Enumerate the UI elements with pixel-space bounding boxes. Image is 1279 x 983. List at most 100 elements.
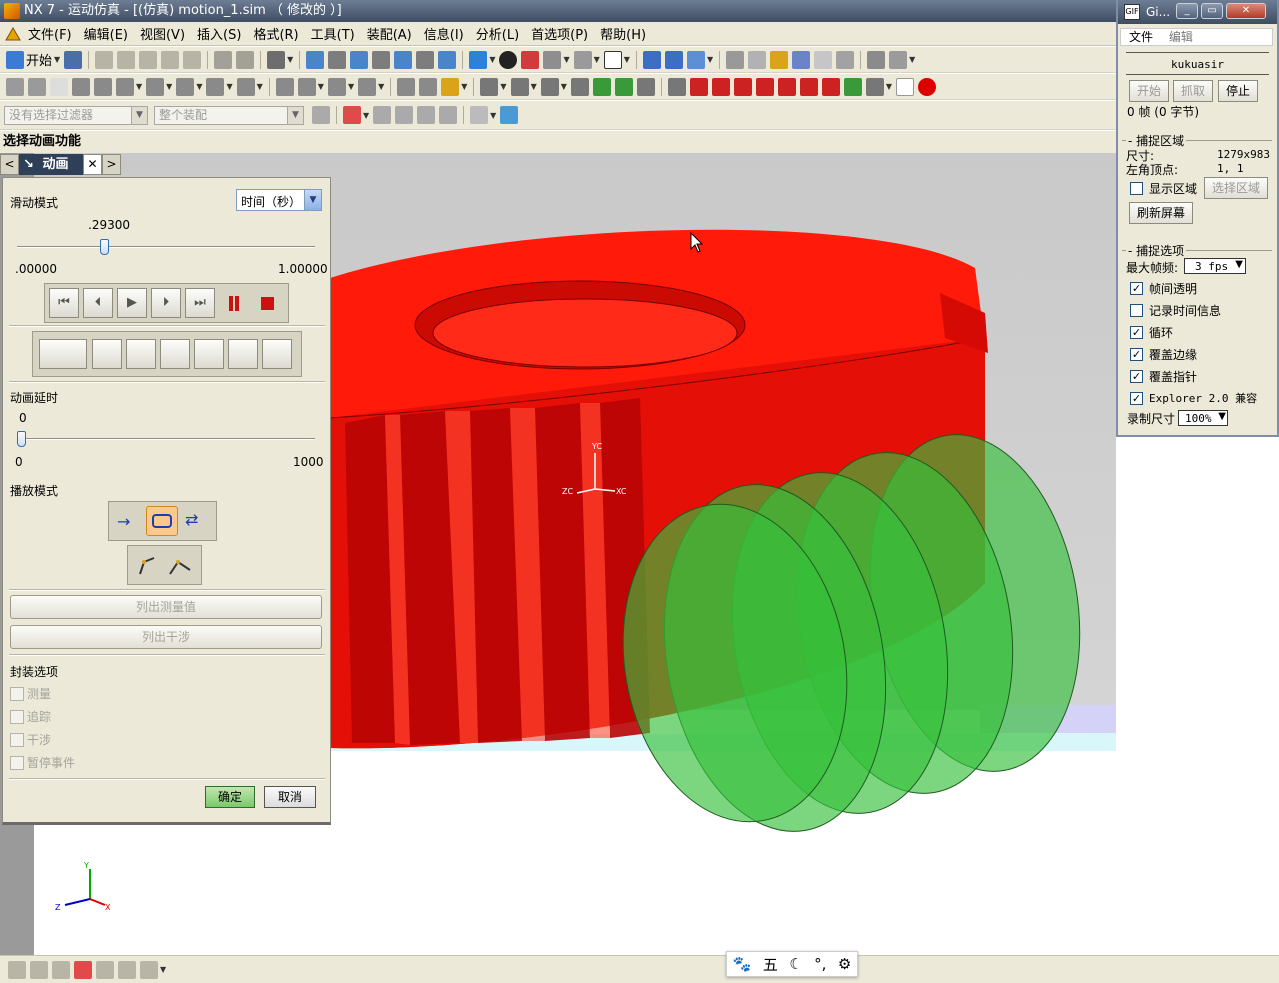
menu-info[interactable]: 信息(I) <box>418 24 470 43</box>
checkbox-icon[interactable]: ✓ <box>1130 348 1143 361</box>
menu-file[interactable]: 文件(F) <box>22 24 78 43</box>
lock-constraint-icon[interactable] <box>160 339 190 369</box>
stop-icon[interactable] <box>261 297 274 310</box>
gifcam-option-frame-transparency[interactable]: ✓ 帧间透明 <box>1130 280 1197 297</box>
time-slider-track[interactable] <box>17 246 315 248</box>
ping-pong-icon[interactable]: ⇄ <box>185 510 198 529</box>
list-measures-button[interactable]: 列出测量值 <box>10 595 322 619</box>
moon-icon[interactable]: ☾ <box>789 955 802 973</box>
chevron-down-icon[interactable]: ▼ <box>304 190 321 210</box>
play-icon[interactable]: ▶ <box>117 288 147 318</box>
menu-insert[interactable]: 插入(S) <box>191 24 247 43</box>
stop-icon[interactable] <box>821 77 840 96</box>
joint-icon[interactable] <box>94 77 112 96</box>
constraint-icon[interactable] <box>664 50 683 69</box>
paste-icon[interactable] <box>139 50 158 69</box>
ime-mode-char[interactable]: 五 <box>763 954 778 975</box>
loop-mode-icon[interactable] <box>146 506 178 536</box>
rotate-icon[interactable] <box>394 50 413 69</box>
loop-icon[interactable] <box>636 77 655 96</box>
force-icon[interactable] <box>176 77 195 96</box>
show-region-checkbox[interactable]: 显示区域 <box>1130 180 1197 197</box>
nx-menu-icon[interactable] <box>4 26 22 42</box>
checkbox-icon[interactable] <box>10 709 24 724</box>
max-fps-select[interactable]: 3 fps ▼ <box>1184 258 1246 274</box>
graph-icon[interactable] <box>480 77 499 96</box>
menu-assembly[interactable]: 装配(A) <box>361 24 418 43</box>
punctuation-icon[interactable]: °, <box>814 955 826 973</box>
view-orient-icon[interactable] <box>267 50 286 69</box>
fast-forward-icon[interactable]: ⏭ <box>185 288 215 318</box>
pause-icon[interactable] <box>799 77 818 96</box>
selection-scope-combo[interactable]: 整个装配 ▼ <box>154 105 304 125</box>
delay-slider-track[interactable] <box>17 438 315 440</box>
explode-icon[interactable] <box>126 339 156 369</box>
gifcam-capture-button[interactable]: 抓取 <box>1173 80 1213 102</box>
export-icon[interactable] <box>667 77 686 96</box>
tab-animation[interactable]: ↘ 动画 <box>19 154 83 175</box>
clear-icon[interactable] <box>836 50 855 69</box>
marker-icon[interactable] <box>236 77 255 96</box>
paw-icon[interactable]: 🐾 <box>733 955 752 973</box>
checkbox-icon[interactable] <box>10 732 24 747</box>
shading-icon[interactable] <box>499 50 518 69</box>
package-option-pause-event[interactable]: 暂停事件 <box>10 754 75 771</box>
gifcam-option-cover-pointer[interactable]: ✓ 覆盖指针 <box>1130 368 1197 385</box>
rewind-to-start-icon[interactable]: ⏮ <box>49 288 79 318</box>
checkbox-icon[interactable] <box>10 686 24 701</box>
checkbox-icon[interactable]: ✓ <box>1130 391 1143 405</box>
function-icon[interactable] <box>50 77 68 96</box>
record-icon[interactable] <box>918 77 937 96</box>
measure-motion-icon[interactable] <box>570 77 589 96</box>
record-size-select[interactable]: 100% ▼ <box>1178 410 1228 426</box>
gear-coupler-icon[interactable] <box>327 77 346 96</box>
chevron-down-icon[interactable]: ▼ <box>131 106 147 124</box>
measure-icon[interactable] <box>39 339 87 369</box>
refresh-screen-button[interactable]: 刷新屏幕 <box>1129 202 1193 224</box>
package-option-trace[interactable]: 追踪 <box>10 708 51 725</box>
feature-rule-icon[interactable] <box>439 106 458 124</box>
gifcam-option-record-time[interactable]: 记录时间信息 <box>1130 302 1221 319</box>
fit-icon[interactable] <box>306 50 325 69</box>
interference-icon[interactable] <box>540 77 559 96</box>
hide-icon[interactable] <box>543 50 562 69</box>
snap-tool-icon[interactable] <box>8 960 26 979</box>
gifcam-option-loop[interactable]: ✓ 循环 <box>1130 324 1173 341</box>
checkbox-icon[interactable] <box>10 755 24 770</box>
torque-icon[interactable] <box>206 77 225 96</box>
render-style-icon[interactable] <box>521 50 540 69</box>
contact-icon[interactable] <box>275 77 294 96</box>
new-doc-icon[interactable] <box>896 77 915 96</box>
curve-rule-icon[interactable] <box>373 106 392 124</box>
checkbox-icon[interactable] <box>1130 304 1143 317</box>
play-icon[interactable] <box>733 77 752 96</box>
start-dropdown-icon[interactable]: ▼ <box>54 55 60 64</box>
select-region-button[interactable]: 选择区域 <box>1204 177 1268 199</box>
gifcam-option-explorer-compat[interactable]: ✓ Explorer 2.0 兼容 <box>1130 390 1257 406</box>
path-on-icon[interactable] <box>136 554 160 578</box>
perspective-icon[interactable] <box>438 50 457 69</box>
connector-icon[interactable] <box>116 77 134 96</box>
constraint-nav-icon[interactable] <box>74 960 92 979</box>
step-forward-icon[interactable]: ⏵ <box>151 288 181 318</box>
package-option-interference[interactable]: 干涉 <box>10 731 51 748</box>
trace-icon[interactable] <box>510 77 529 96</box>
menu-view[interactable]: 视图(V) <box>134 24 191 43</box>
gifcam-stop-button[interactable]: 停止 <box>1218 80 1258 102</box>
play-once-icon[interactable]: → <box>117 512 130 531</box>
iso-view-icon[interactable] <box>469 50 488 69</box>
color-swatch-icon[interactable] <box>603 50 622 69</box>
list-interference-button[interactable]: 列出干涉 <box>10 625 322 649</box>
menu-edit[interactable]: 编辑(E) <box>78 24 134 43</box>
checkbox-icon[interactable] <box>1130 182 1143 195</box>
close-icon[interactable]: ✕ <box>1226 3 1266 19</box>
restore-icon[interactable]: ▭ <box>1201 3 1223 19</box>
assembly-icon[interactable] <box>686 50 705 69</box>
fast-forward-icon[interactable] <box>777 77 796 96</box>
select-multi-icon[interactable] <box>748 50 767 69</box>
menu-help[interactable]: 帮助(H) <box>594 24 652 43</box>
step-back-icon[interactable]: ⏴ <box>83 288 113 318</box>
step-forward-icon[interactable] <box>755 77 774 96</box>
spring-icon[interactable] <box>146 77 165 96</box>
gifcam-menu-file[interactable]: 文件 <box>1129 30 1153 44</box>
